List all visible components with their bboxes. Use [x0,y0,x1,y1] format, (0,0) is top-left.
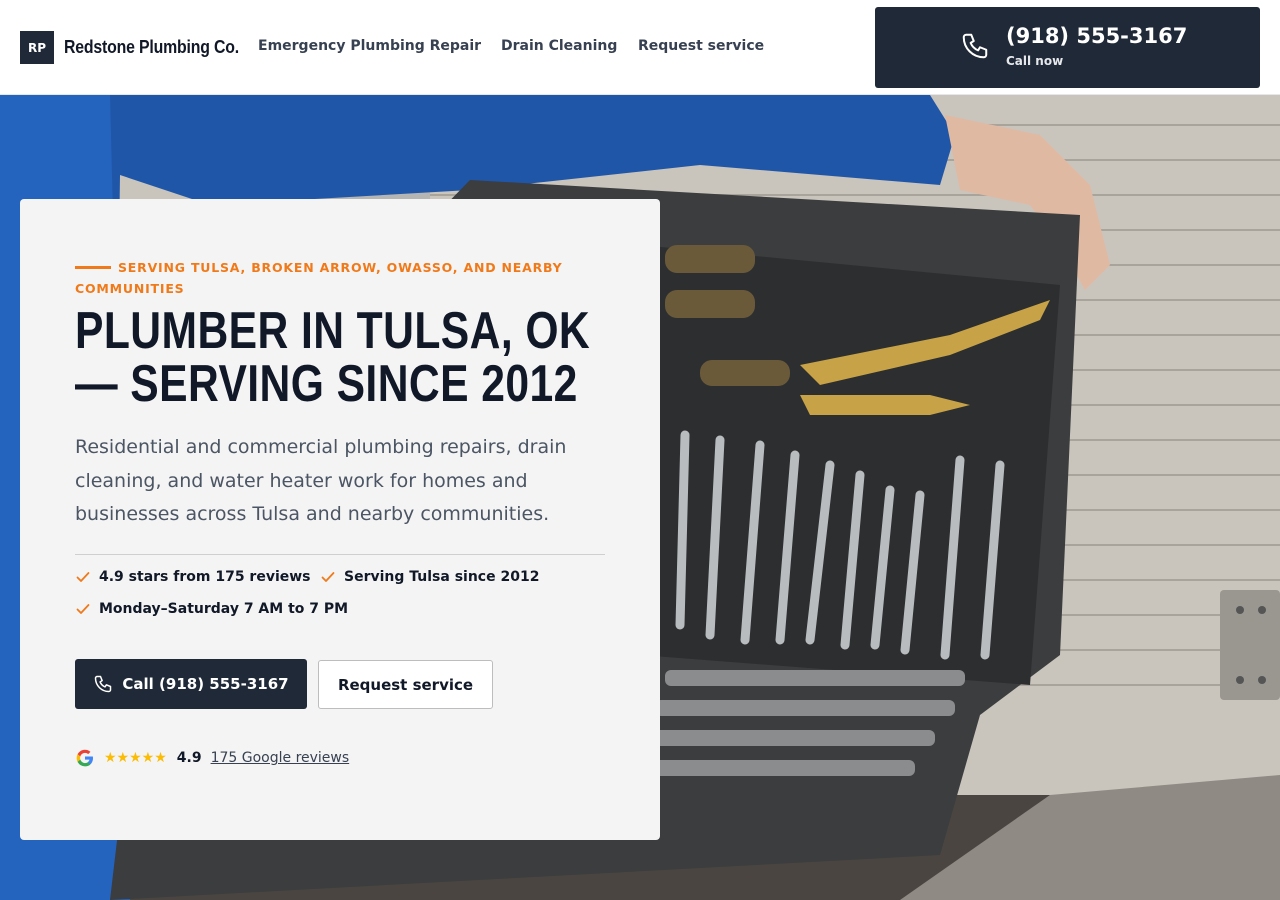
feature-label: Monday–Saturday 7 AM to 7 PM [99,601,349,617]
hero-card: Serving Tulsa, Broken Arrow, Owasso, and… [20,199,660,840]
page-title: Plumber in Tulsa, OK — Serving Since 201… [75,305,641,411]
feature-since: Serving Tulsa since 2012 [320,569,539,585]
check-icon [76,572,90,582]
phone-icon [962,33,988,59]
main-nav: Emergency Plumbing Repair Drain Cleaning… [258,38,788,54]
feature-hours: Monday–Saturday 7 AM to 7 PM [75,601,348,617]
title-line-1: Plumber in Tulsa, OK [75,302,591,360]
google-reviews-link[interactable]: 175 Google reviews [211,750,350,766]
nav-drain-cleaning[interactable]: Drain Cleaning [501,38,617,54]
nav-request-service[interactable]: Request service [638,38,764,54]
title-line-2: — Serving Since 2012 [75,355,578,413]
google-rating: ★★★★★ 4.9 175 Google reviews [75,748,349,768]
phone-icon [95,675,112,693]
feature-label: Serving Tulsa since 2012 [344,569,540,585]
check-icon [321,572,335,582]
check-icon [76,604,90,614]
eyebrow-text: Serving Tulsa, Broken Arrow, Owasso, and… [75,260,563,296]
feature-reviews: 4.9 stars from 175 reviews [75,569,311,585]
header-call-button[interactable]: (918) 555-3167 Call now [875,7,1260,88]
logo-link[interactable]: RP Redstone Plumbing Co. [20,31,263,64]
service-area-eyebrow: Serving Tulsa, Broken Arrow, Owasso, and… [75,257,595,299]
nav-emergency-plumbing-repair[interactable]: Emergency Plumbing Repair [258,38,481,54]
eyebrow-accent-line [75,265,111,269]
call-button[interactable]: Call (918) 555-3167 [75,659,307,709]
divider [75,554,605,555]
rating-score: 4.9 [176,750,202,766]
header-call-number: (918) 555-3167 [1006,24,1188,48]
hero-description: Residential and commercial plumbing repa… [75,436,567,525]
request-service-button[interactable]: Request service [318,660,493,709]
logo-text: Redstone Plumbing Co. [64,37,239,57]
feature-label: 4.9 stars from 175 reviews [99,569,311,585]
logo-mark: RP [20,31,54,64]
header-call-label: Call now [1006,54,1064,68]
google-icon [76,749,93,767]
call-button-label: Call (918) 555-3167 [122,675,289,693]
site-header: RP Redstone Plumbing Co. Emergency Plumb… [0,0,1280,95]
star-icon: ★★★★★ [104,750,167,766]
